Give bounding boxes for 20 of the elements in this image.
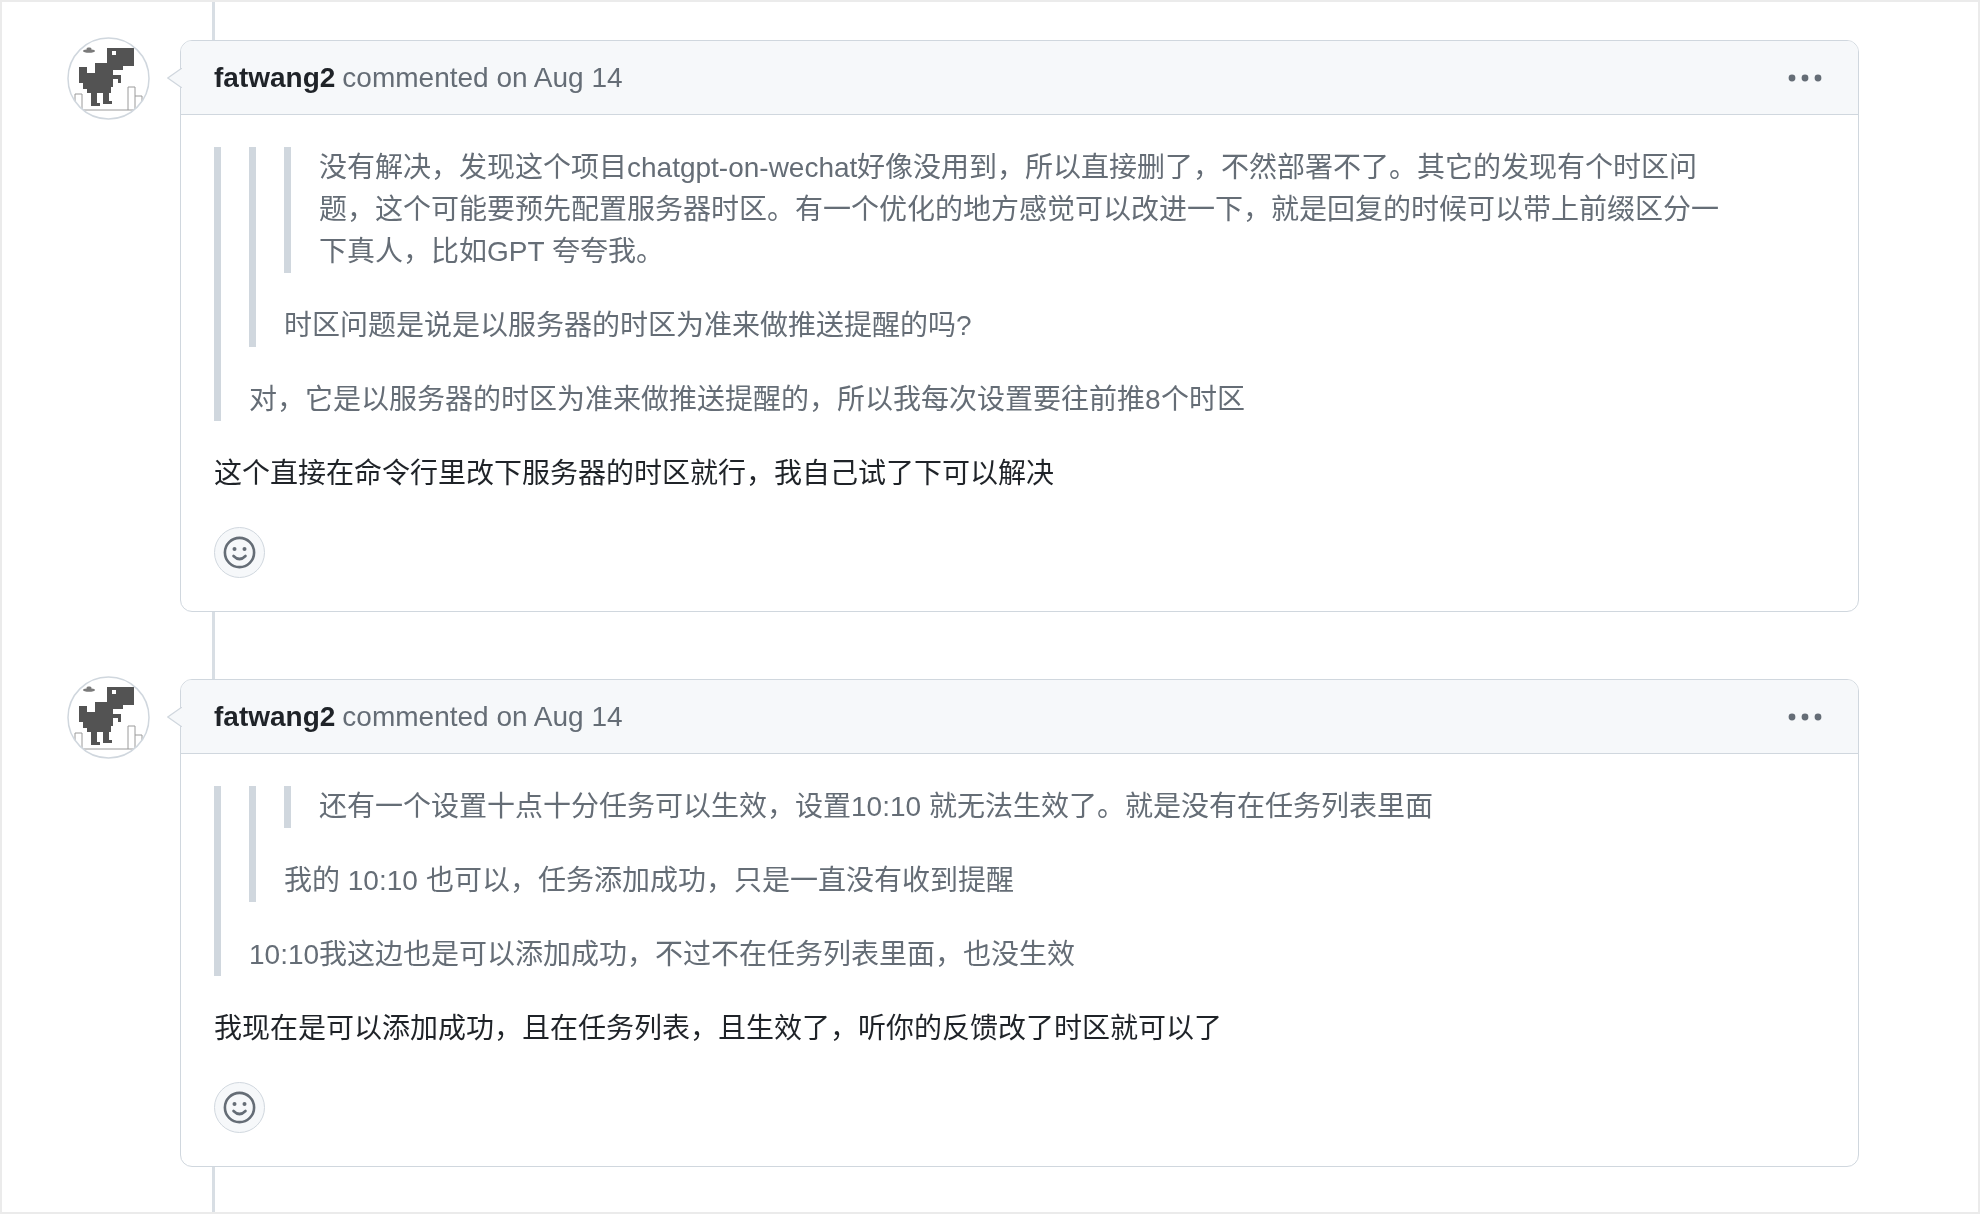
comment-meta: commented on Aug 14 bbox=[342, 700, 623, 733]
quote-text: 时区问题是说是以服务器的时区为准来做推送提醒的吗? bbox=[284, 309, 973, 343]
comment-text: 这个直接在命令行里改下服务器的时区就行，我自己试了下可以解决 bbox=[214, 457, 1055, 491]
comment-meta: commented on Aug 14 bbox=[342, 61, 623, 94]
ellipsis-icon bbox=[1788, 73, 1822, 82]
quote-text: 还有一个设置十点十分任务可以生效，设置10:10 就无法生效了。就是没有在任务列表里面 bbox=[319, 790, 1434, 824]
dinosaur-avatar-icon[interactable] bbox=[67, 37, 150, 120]
quote-text: 没有解决，发现这个项目chatgpt-on-wechat好像没用到，所以直接删了，不然部署不了。其它的发现有个时区问题，这个可能要预先配置服务器时区。有一个优化的地方感觉可以改进一下，就是回复的时候可以带上前缀区分一下真人，比如GPT 夸夸我。 bbox=[319, 151, 1720, 269]
quote-text: 10:10我这边也是可以添加成功，不过不在任务列表里面，也没生效 bbox=[249, 938, 1077, 972]
dinosaur-avatar-icon[interactable] bbox=[67, 676, 150, 759]
ellipsis-icon bbox=[1788, 712, 1822, 721]
quote-text: 我的 10:10 也可以，任务添加成功，只是一直没有收到提醒 bbox=[284, 864, 1015, 898]
author-link[interactable]: fatwang2 bbox=[214, 700, 336, 733]
smiley-icon bbox=[223, 1091, 256, 1124]
author-link[interactable]: fatwang2 bbox=[214, 61, 336, 94]
smiley-icon bbox=[223, 536, 256, 569]
add-reaction-button[interactable] bbox=[214, 527, 265, 578]
quote-text: 对，它是以服务器的时区为准来做推送提醒的，所以我每次设置要往前推8个时区 bbox=[249, 383, 1246, 417]
add-reaction-button[interactable] bbox=[214, 1082, 265, 1133]
comment-text: 我现在是可以添加成功，且在任务列表，且生效了，听你的反馈改了时区就可以了 bbox=[214, 1012, 1223, 1046]
